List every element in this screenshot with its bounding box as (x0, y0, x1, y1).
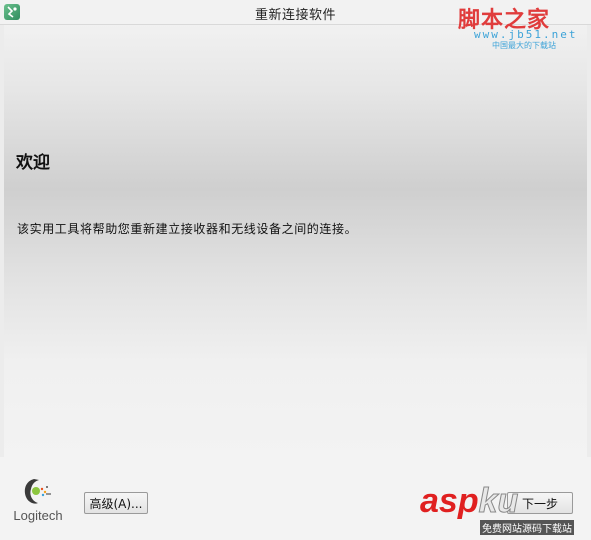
logitech-logo-text: Logitech (13, 508, 63, 523)
content-panel: 欢迎 该实用工具将帮助您重新建立接收器和无线设备之间的连接。 (4, 25, 587, 457)
advanced-button[interactable]: 高级(A)... (84, 492, 148, 514)
watermark-top-tagline: 中国最大的下载站 (492, 41, 556, 50)
watermark-bottom-brand-a: asp (420, 482, 479, 520)
watermark-top: 脚本之家 www.jb51.net 中国最大的下载站 (452, 0, 590, 52)
watermark-bottom-brand-b: ku (478, 482, 519, 521)
watermark-bottom-brand: aspku (420, 482, 519, 521)
watermark-bottom: aspku 免费网站源码下载站 (420, 482, 590, 539)
page-heading: 欢迎 (16, 153, 50, 173)
page-description: 该实用工具将帮助您重新建立接收器和无线设备之间的连接。 (17, 222, 358, 236)
watermark-bottom-tagline: 免费网站源码下载站 (480, 520, 574, 535)
logitech-logo: Logitech (10, 477, 66, 527)
logitech-logo-icon (24, 479, 51, 504)
wizard-window: 重新连接软件 欢迎 该实用工具将帮助您重新建立接收器和无线设备之间的连接。 Lo… (0, 0, 591, 540)
